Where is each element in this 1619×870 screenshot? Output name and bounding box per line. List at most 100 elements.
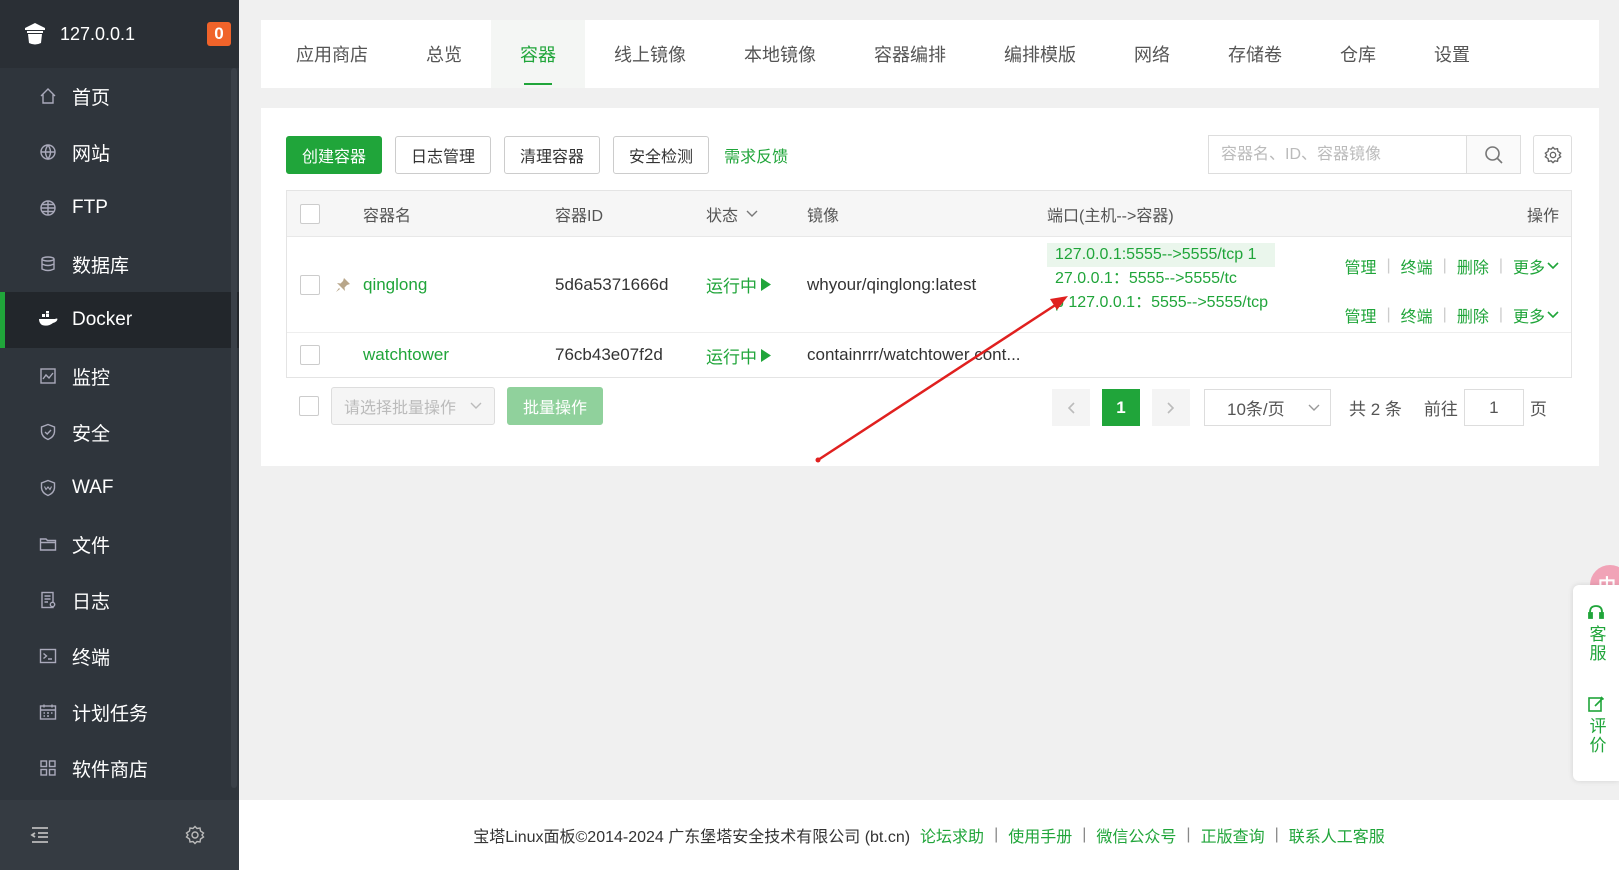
row-actions: 管理 | 终端 | 删除 | 更多 <box>1344 254 1559 278</box>
sidebar-item-label: Docker <box>72 309 133 330</box>
sidebar-item-docker[interactable]: Docker <box>0 292 239 348</box>
tab-online-images[interactable]: 线上镜像 <box>585 20 715 88</box>
security-check-button[interactable]: 安全检测 <box>613 136 710 174</box>
port-mapping[interactable]: p 127.0.0.1：5555-->5555/tcp <box>1047 291 1275 315</box>
search-icon <box>1484 145 1503 164</box>
tab-compose[interactable]: 容器编排 <box>845 20 975 88</box>
play-icon <box>761 348 771 362</box>
container-image: whyour/qinglong:latest <box>807 274 977 294</box>
notification-badge[interactable]: 0 <box>207 22 231 46</box>
chevron-down-icon <box>1308 404 1320 411</box>
page-number-button[interactable]: 1 <box>1102 389 1140 426</box>
sidebar-item-files[interactable]: 文件 <box>0 516 239 572</box>
goto-page-input[interactable]: 1 <box>1463 389 1524 426</box>
clean-containers-button[interactable]: 清理容器 <box>504 136 601 174</box>
copyright-text: 宝塔Linux面板©2014-2024 广东堡塔安全技术有限公司 (bt.cn) <box>473 829 911 846</box>
tab-registry[interactable]: 仓库 <box>1311 20 1405 88</box>
container-status[interactable]: 运行中 <box>706 333 771 377</box>
feedback-link[interactable]: 需求反馈 <box>722 143 790 167</box>
pin-icon[interactable] <box>335 237 351 332</box>
batch-operation-select[interactable]: 请选择批量操作 <box>331 387 495 425</box>
container-id: 76cb43e07f2d <box>555 345 663 364</box>
tab-local-images[interactable]: 本地镜像 <box>715 20 845 88</box>
sidebar-item-monitor[interactable]: 监控 <box>0 348 239 404</box>
tab-containers[interactable]: 容器 <box>491 20 585 88</box>
sidebar-item-ftp[interactable]: FTP <box>0 180 239 236</box>
row-checkbox[interactable] <box>300 345 320 365</box>
sidebar-item-logs[interactable]: 日志 <box>0 572 239 628</box>
tab-app-store[interactable]: 应用商店 <box>267 20 397 88</box>
sidebar-item-security[interactable]: 安全 <box>0 404 239 460</box>
search-box <box>1208 135 1521 174</box>
batch-select-placeholder: 请选择批量操作 <box>344 400 457 417</box>
separator: | <box>1274 826 1279 843</box>
sidebar-scrollbar[interactable] <box>231 68 237 788</box>
container-status[interactable]: 运行中 <box>706 237 771 332</box>
log-management-button[interactable]: 日志管理 <box>395 136 492 174</box>
collapse-menu-icon[interactable] <box>30 826 50 844</box>
license-check-link[interactable]: 正版查询 <box>1201 823 1265 847</box>
container-name-link[interactable]: watchtower <box>363 333 449 377</box>
manage-link[interactable]: 管理 <box>1344 254 1376 278</box>
more-dropdown[interactable]: 更多 <box>1513 254 1559 278</box>
batch-operation-button[interactable]: 批量操作 <box>507 387 604 425</box>
sidebar-item-home[interactable]: 首页 <box>0 68 239 124</box>
docker-tabs: 应用商店 总览 容器 线上镜像 本地镜像 容器编排 编排模版 网络 存储卷 仓库… <box>261 20 1599 88</box>
tab-compose-templates[interactable]: 编排模版 <box>975 20 1105 88</box>
search-input[interactable] <box>1209 136 1466 173</box>
settings-gear-icon[interactable] <box>185 825 205 845</box>
sidebar-item-website[interactable]: 网站 <box>0 124 239 180</box>
create-container-button[interactable]: 创建容器 <box>286 136 383 174</box>
sidebar-item-database[interactable]: 数据库 <box>0 236 239 292</box>
container-name-link[interactable]: qinglong <box>363 237 427 332</box>
toolbar: 创建容器 日志管理 清理容器 安全检测 需求反馈 <box>286 136 790 174</box>
header-id: 容器ID <box>555 207 604 225</box>
customer-service-label: 客服 <box>1586 625 1606 663</box>
port-mapping[interactable]: 27.0.0.1：5555-->5555/tc <box>1047 267 1275 291</box>
edit-icon <box>1588 696 1605 712</box>
more-dropdown[interactable]: 更多 <box>1513 303 1559 327</box>
tab-overview[interactable]: 总览 <box>397 20 491 88</box>
globe-icon <box>38 142 58 162</box>
ftp-globe-icon <box>38 198 58 218</box>
sidebar-item-label: 文件 <box>72 535 111 557</box>
next-page-button[interactable] <box>1152 389 1190 426</box>
header-status[interactable]: 状态 <box>706 191 758 236</box>
human-support-link[interactable]: 联系人工客服 <box>1289 823 1385 847</box>
delete-link[interactable]: 删除 <box>1457 303 1489 327</box>
page-size-select[interactable]: 10条/页 <box>1204 389 1331 426</box>
manual-link[interactable]: 使用手册 <box>1008 823 1072 847</box>
sidebar-item-terminal[interactable]: 终端 <box>0 628 239 684</box>
delete-link[interactable]: 删除 <box>1457 254 1489 278</box>
tab-network[interactable]: 网络 <box>1105 20 1199 88</box>
separator: | <box>1082 826 1087 843</box>
review-button[interactable]: 评价 <box>1584 695 1609 755</box>
forum-help-link[interactable]: 论坛求助 <box>920 823 984 847</box>
terminal-link[interactable]: 终端 <box>1401 303 1433 327</box>
home-icon <box>38 86 58 106</box>
select-all-checkbox[interactable] <box>300 203 320 224</box>
sidebar-item-label: 安全 <box>72 423 111 445</box>
batch-select-all-checkbox[interactable] <box>299 396 319 416</box>
row-checkbox[interactable] <box>300 274 320 295</box>
wechat-link[interactable]: 微信公众号 <box>1096 823 1176 847</box>
tab-volumes[interactable]: 存储卷 <box>1199 20 1311 88</box>
prev-page-button[interactable] <box>1052 389 1090 426</box>
search-button[interactable] <box>1466 136 1520 173</box>
batch-area: 请选择批量操作 批量操作 <box>299 387 604 425</box>
server-ip[interactable]: 127.0.0.1 <box>60 24 135 45</box>
sidebar-nav: 首页 网站 FTP 数据库 Docker 监控 安全 WAF 文件 日志 终端 … <box>0 68 239 796</box>
shield-icon <box>38 422 58 442</box>
manage-link[interactable]: 管理 <box>1344 303 1376 327</box>
customer-service-button[interactable]: 客服 <box>1584 603 1609 663</box>
sidebar-item-store[interactable]: 软件商店 <box>0 740 239 796</box>
grid-icon <box>38 758 58 778</box>
sidebar-item-label: WAF <box>72 477 114 498</box>
tab-settings[interactable]: 设置 <box>1405 20 1499 88</box>
table-settings-button[interactable] <box>1533 135 1572 174</box>
terminal-link[interactable]: 终端 <box>1401 254 1433 278</box>
port-mapping[interactable]: 127.0.0.1:5555-->5555/tcp 1 <box>1047 243 1275 267</box>
sidebar-item-cron[interactable]: 计划任务 <box>0 684 239 740</box>
header-checkbox-cell <box>300 191 320 236</box>
sidebar-item-waf[interactable]: WAF <box>0 460 239 516</box>
